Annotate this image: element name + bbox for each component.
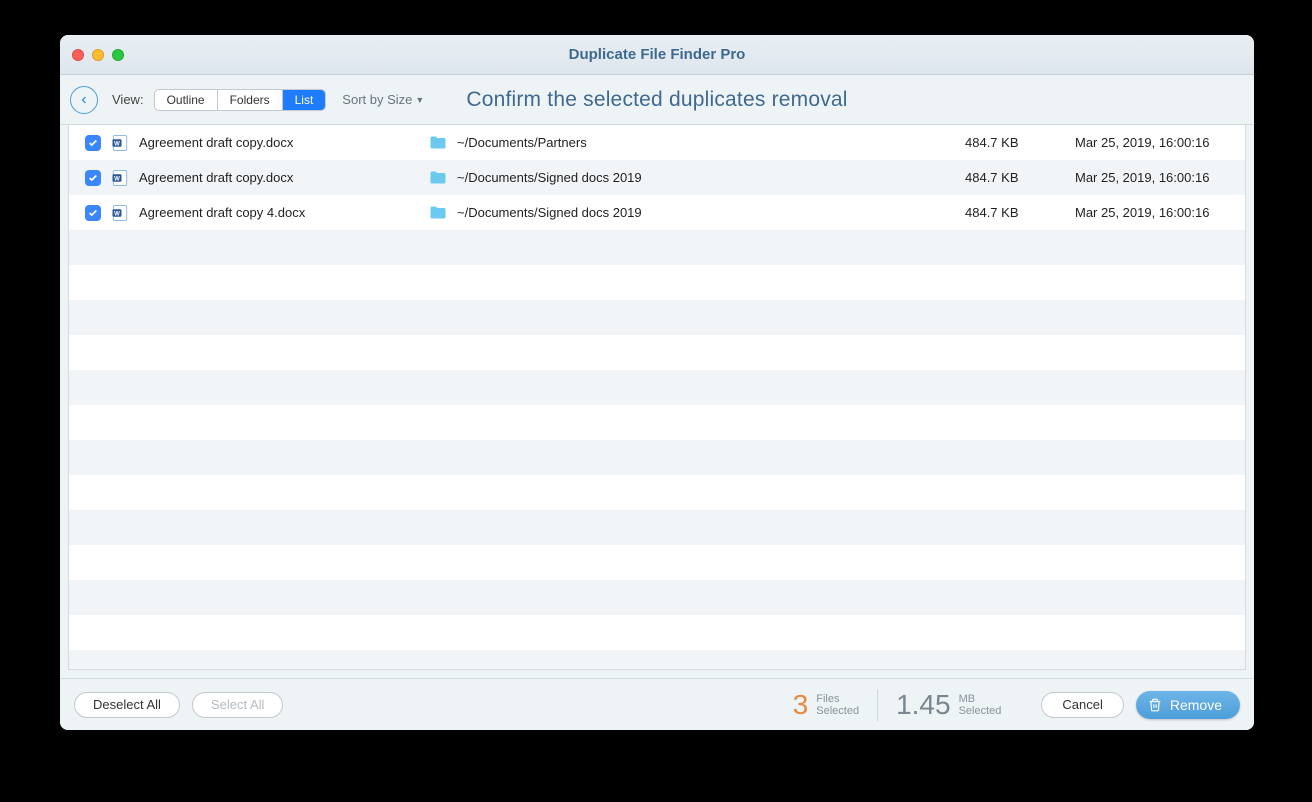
- view-outline-tab[interactable]: Outline: [155, 90, 218, 110]
- select-all-button[interactable]: Select All: [192, 692, 283, 718]
- sort-label: Sort by Size: [342, 92, 412, 107]
- files-count-label: Files Selected: [816, 693, 859, 717]
- word-doc-icon: W: [111, 169, 129, 187]
- empty-row: [69, 230, 1245, 265]
- traffic-lights: [72, 49, 124, 61]
- empty-row: [69, 300, 1245, 335]
- file-list: W Agreement draft copy.docx ~/Documents/…: [68, 125, 1246, 670]
- file-name: Agreement draft copy.docx: [139, 135, 429, 150]
- remove-button[interactable]: Remove: [1136, 691, 1240, 719]
- chevron-down-icon: ▼: [415, 95, 424, 105]
- remove-button-label: Remove: [1170, 697, 1222, 713]
- file-path: ~/Documents/Signed docs 2019: [457, 205, 965, 220]
- table-row[interactable]: W Agreement draft copy 4.docx ~/Document…: [69, 195, 1245, 230]
- file-date: Mar 25, 2019, 16:00:16: [1075, 170, 1245, 185]
- view-label: View:: [112, 92, 144, 107]
- files-selected-stat: 3 Files Selected: [793, 689, 878, 721]
- size-selected-stat: 1.45 MB Selected: [896, 689, 1019, 721]
- deselect-all-button[interactable]: Deselect All: [74, 692, 180, 718]
- empty-row: [69, 580, 1245, 615]
- row-checkbox[interactable]: [85, 170, 101, 186]
- checkmark-icon: [88, 208, 98, 218]
- file-date: Mar 25, 2019, 16:00:16: [1075, 205, 1245, 220]
- word-doc-icon: W: [111, 134, 129, 152]
- empty-row: [69, 335, 1245, 370]
- files-count: 3: [793, 689, 809, 721]
- file-size: 484.7 KB: [965, 205, 1075, 220]
- checkmark-icon: [88, 138, 98, 148]
- empty-row: [69, 510, 1245, 545]
- view-list-tab[interactable]: List: [283, 90, 326, 110]
- sort-dropdown[interactable]: Sort by Size ▼: [342, 92, 424, 107]
- zoom-window-button[interactable]: [112, 49, 124, 61]
- close-window-button[interactable]: [72, 49, 84, 61]
- file-path: ~/Documents/Partners: [457, 135, 965, 150]
- row-checkbox[interactable]: [85, 205, 101, 221]
- empty-row: [69, 370, 1245, 405]
- word-doc-icon: W: [111, 204, 129, 222]
- size-value: 1.45: [896, 689, 951, 721]
- checkmark-icon: [88, 173, 98, 183]
- back-button[interactable]: [70, 86, 98, 114]
- window-title: Duplicate File Finder Pro: [60, 46, 1254, 63]
- svg-text:W: W: [114, 176, 120, 182]
- file-path: ~/Documents/Signed docs 2019: [457, 170, 965, 185]
- titlebar: Duplicate File Finder Pro: [60, 35, 1254, 75]
- view-mode-segment: Outline Folders List: [154, 89, 327, 111]
- svg-text:W: W: [114, 141, 120, 147]
- folder-icon: [429, 170, 447, 185]
- chevron-left-icon: [78, 94, 90, 106]
- file-name: Agreement draft copy.docx: [139, 170, 429, 185]
- table-row[interactable]: W Agreement draft copy.docx ~/Documents/…: [69, 125, 1245, 160]
- minimize-window-button[interactable]: [92, 49, 104, 61]
- folder-icon: [429, 205, 447, 220]
- toolbar: View: Outline Folders List Sort by Size …: [60, 75, 1254, 125]
- cancel-button[interactable]: Cancel: [1041, 692, 1123, 718]
- table-row[interactable]: W Agreement draft copy.docx ~/Documents/…: [69, 160, 1245, 195]
- file-rows-container: W Agreement draft copy.docx ~/Documents/…: [69, 125, 1245, 669]
- empty-row: [69, 615, 1245, 650]
- folder-icon: [429, 135, 447, 150]
- size-label: MB Selected: [959, 693, 1002, 717]
- empty-row: [69, 265, 1245, 300]
- file-date: Mar 25, 2019, 16:00:16: [1075, 135, 1245, 150]
- empty-row: [69, 475, 1245, 510]
- file-size: 484.7 KB: [965, 170, 1075, 185]
- svg-text:W: W: [114, 211, 120, 217]
- empty-row: [69, 545, 1245, 580]
- row-checkbox[interactable]: [85, 135, 101, 151]
- app-window: Duplicate File Finder Pro View: Outline …: [60, 35, 1254, 730]
- empty-row: [69, 405, 1245, 440]
- file-name: Agreement draft copy 4.docx: [139, 205, 429, 220]
- trash-icon: [1148, 698, 1162, 712]
- footer: Deselect All Select All 3 Files Selected…: [60, 678, 1254, 730]
- file-size: 484.7 KB: [965, 135, 1075, 150]
- empty-row: [69, 650, 1245, 669]
- empty-row: [69, 440, 1245, 475]
- view-folders-tab[interactable]: Folders: [218, 90, 283, 110]
